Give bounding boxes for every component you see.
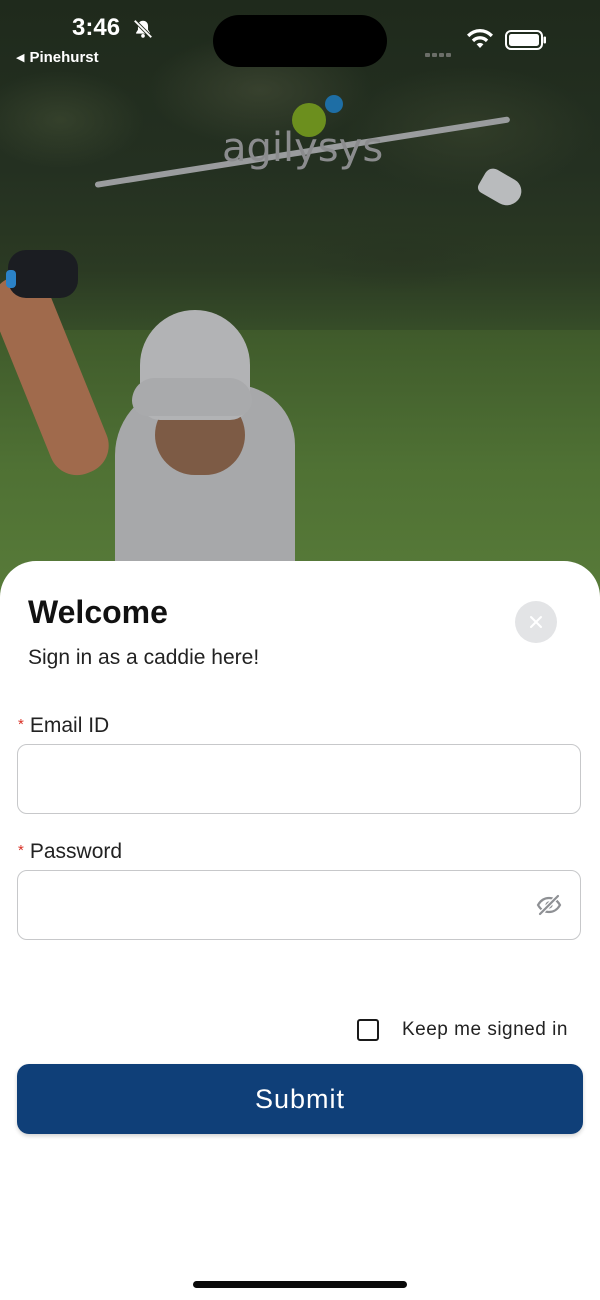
wifi-icon — [467, 29, 493, 48]
password-label: * Password — [18, 840, 122, 864]
bell-slash-icon — [133, 19, 153, 39]
golfer-cap-bill — [132, 378, 252, 416]
signal-icon — [425, 44, 453, 62]
email-field[interactable] — [17, 744, 581, 814]
password-field[interactable] — [17, 870, 581, 940]
golfer-glove — [8, 250, 78, 298]
password-label-text: Password — [29, 840, 123, 863]
dynamic-island — [213, 15, 387, 67]
required-mark: * — [18, 716, 24, 733]
submit-button[interactable]: Submit — [17, 1064, 583, 1134]
keep-signed-in-checkbox[interactable] — [357, 1019, 379, 1041]
battery-icon — [505, 30, 546, 50]
page-title: Welcome — [28, 594, 168, 630]
home-indicator — [193, 1281, 407, 1288]
close-button[interactable] — [515, 601, 557, 643]
keep-signed-in-label[interactable]: Keep me signed in — [402, 1019, 568, 1041]
glove-accent — [6, 270, 16, 288]
back-arrow-icon: ◀ — [16, 52, 25, 64]
email-label-text: Email ID — [29, 714, 110, 737]
email-label: * Email ID — [18, 714, 109, 738]
page-subtitle: Sign in as a caddie here! — [28, 646, 260, 669]
close-icon — [530, 616, 542, 628]
logo-text: agilysys — [222, 125, 384, 171]
required-mark: * — [18, 842, 24, 859]
hero-image — [0, 0, 600, 600]
back-to-app-link[interactable]: ◀ Pinehurst — [16, 49, 99, 66]
back-app-label: Pinehurst — [29, 49, 99, 66]
logo-blue-dot — [325, 95, 343, 113]
agilysys-logo: agilysys — [222, 95, 384, 185]
eye-off-icon[interactable] — [536, 892, 562, 918]
status-time: 3:46 — [72, 14, 121, 41]
